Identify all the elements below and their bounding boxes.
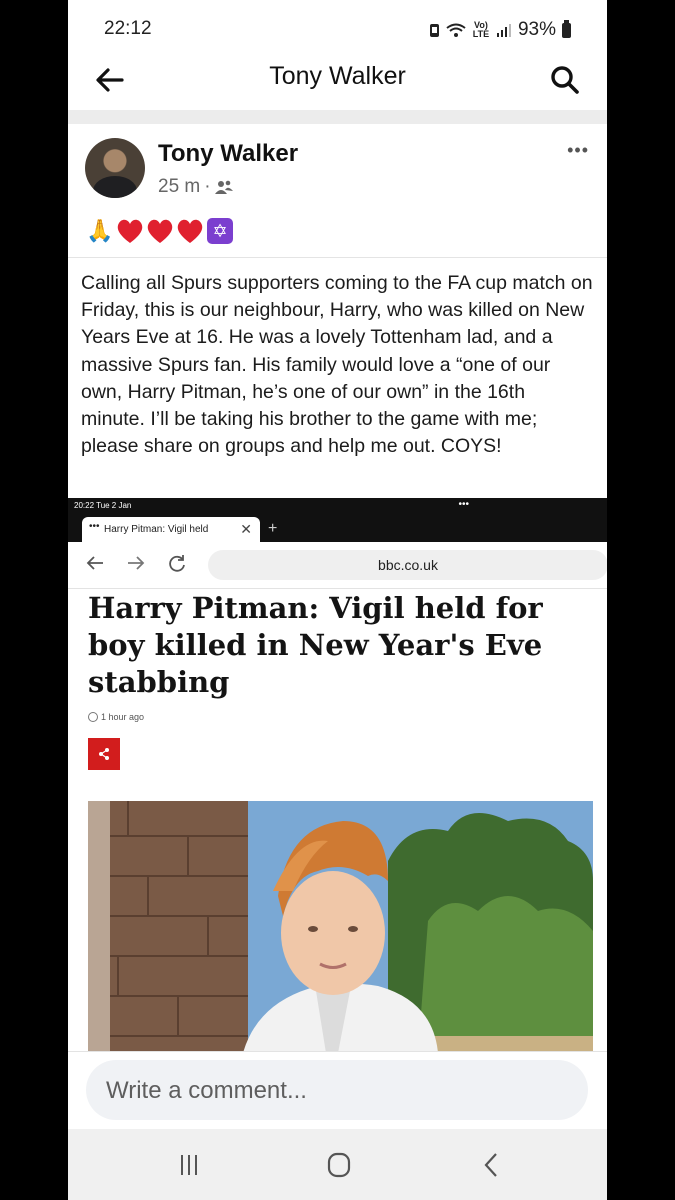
android-nav-bar bbox=[68, 1129, 607, 1200]
recent-apps-icon[interactable] bbox=[174, 1151, 204, 1179]
embedded-address-bar: bbc.co.uk bbox=[68, 542, 607, 589]
post-time[interactable]: 25 m bbox=[158, 176, 200, 198]
embedded-tab-bar: ••• Harry Pitman: Vigil held ✕ + bbox=[68, 512, 607, 542]
embedded-url-box: bbc.co.uk bbox=[208, 550, 607, 580]
tab-label: Harry Pitman: Vigil held bbox=[104, 524, 209, 535]
status-icons: Vo) LTE 93% bbox=[429, 19, 571, 41]
friends-icon bbox=[214, 180, 233, 194]
embedded-status-dots: ••• bbox=[458, 499, 469, 510]
battery-icon bbox=[562, 19, 571, 38]
comment-area bbox=[68, 1051, 607, 1130]
nfc-icon bbox=[429, 23, 439, 37]
embedded-tab: ••• Harry Pitman: Vigil held ✕ bbox=[82, 517, 260, 542]
battery-percent: 93% bbox=[517, 19, 556, 40]
post-author[interactable]: Tony Walker bbox=[158, 140, 298, 168]
emoji-line: 🙏 ✡ bbox=[85, 216, 233, 246]
network-label: Vo) LTE bbox=[472, 20, 490, 39]
clock-icon bbox=[88, 712, 98, 722]
back-icon[interactable] bbox=[476, 1151, 506, 1179]
comment-input[interactable] bbox=[104, 1070, 568, 1112]
tab-close-icon: ✕ bbox=[240, 521, 252, 537]
embedded-url: bbc.co.uk bbox=[378, 557, 438, 573]
search-icon[interactable] bbox=[547, 62, 583, 98]
app-header: Tony Walker bbox=[68, 58, 607, 106]
status-time: 22:12 bbox=[104, 18, 152, 39]
post-text: Calling all Spurs supporters coming to t… bbox=[81, 272, 593, 458]
post-meta: 25 m · bbox=[158, 176, 233, 198]
author-avatar[interactable] bbox=[85, 138, 145, 198]
home-icon[interactable] bbox=[324, 1151, 354, 1179]
tab-dots: ••• bbox=[89, 521, 100, 532]
wifi-icon bbox=[446, 23, 466, 37]
forward-arrow-icon bbox=[128, 556, 145, 570]
post-options-button[interactable]: ••• bbox=[567, 140, 589, 161]
reload-icon bbox=[169, 555, 185, 572]
phone-screen: 22:12 Vo) LTE 93% Tony Walker Tony Walke… bbox=[68, 0, 607, 1200]
new-tab-icon: + bbox=[268, 520, 278, 537]
embedded-status-bar: 20:22 Tue 2 Jan ••• bbox=[68, 498, 607, 512]
heart-emoji bbox=[147, 219, 173, 243]
star-of-david-emoji: ✡ bbox=[207, 218, 233, 244]
status-bar: 22:12 Vo) LTE 93% bbox=[68, 0, 607, 58]
pray-emoji: 🙏 bbox=[86, 218, 114, 243]
embedded-status-time: 20:22 Tue 2 Jan bbox=[74, 501, 132, 510]
post-image[interactable]: 20:22 Tue 2 Jan ••• ••• Harry Pitman: Vi… bbox=[68, 498, 607, 1051]
share-icon bbox=[88, 738, 120, 770]
back-arrow-icon bbox=[86, 556, 103, 570]
comment-box[interactable] bbox=[86, 1060, 588, 1120]
article-photo bbox=[88, 801, 593, 1051]
article-time-label: 1 hour ago bbox=[101, 712, 145, 722]
page-title: Tony Walker bbox=[269, 62, 406, 90]
header-divider bbox=[68, 110, 607, 124]
article-headline: Harry Pitman: Vigil held for boy killed … bbox=[88, 591, 543, 699]
post-divider bbox=[68, 257, 607, 258]
heart-emoji bbox=[177, 219, 203, 243]
meta-separator: · bbox=[204, 176, 211, 197]
signal-icon bbox=[496, 23, 511, 37]
article-time: 1 hour ago bbox=[88, 712, 144, 722]
heart-emoji bbox=[117, 219, 143, 243]
